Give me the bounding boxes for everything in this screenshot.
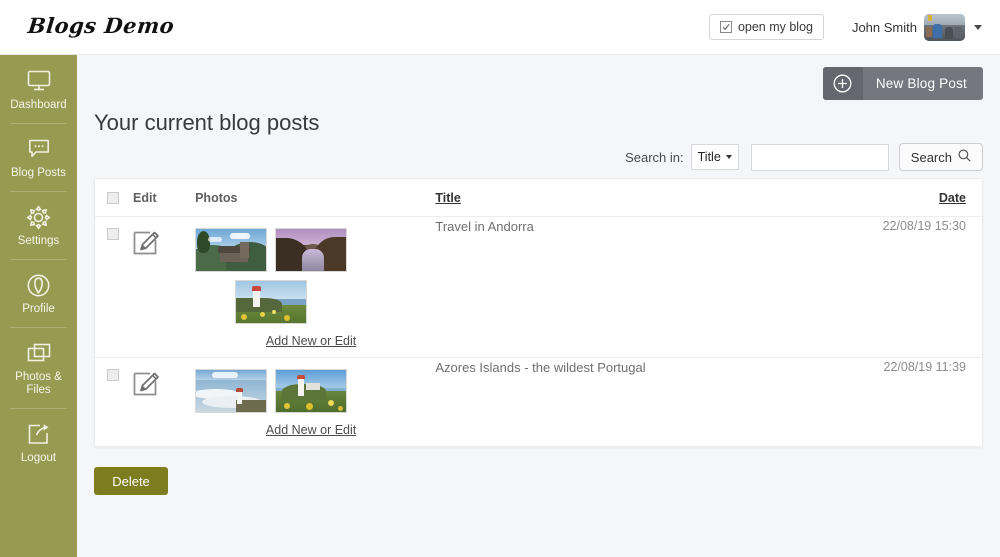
row-select-cell xyxy=(95,216,134,358)
row-photos-cell: Add New or Edit xyxy=(195,216,436,358)
select-all-header xyxy=(95,179,134,217)
add-new-or-edit-link[interactable]: Add New or Edit xyxy=(195,334,427,348)
row-edit-cell xyxy=(133,216,196,358)
photo-thumbnail[interactable] xyxy=(195,228,268,272)
add-new-or-edit-link[interactable]: Add New or Edit xyxy=(195,423,427,437)
sidebar-item-label: Logout xyxy=(20,452,57,464)
monitor-icon xyxy=(4,68,73,94)
pencil-edit-icon[interactable] xyxy=(133,228,160,258)
row-edit-cell xyxy=(133,358,195,447)
sidebar: Dashboard Blog Posts Settings Profile Ph… xyxy=(0,55,77,557)
page-title: Your current blog posts xyxy=(94,110,320,135)
photo-thumbnails xyxy=(195,228,427,324)
row-checkbox[interactable] xyxy=(107,369,119,381)
select-all-checkbox[interactable] xyxy=(107,192,119,204)
magnifier-icon xyxy=(958,149,971,165)
search-field-value: Title xyxy=(697,150,721,164)
sidebar-item-label: Profile xyxy=(22,303,55,315)
pencil-edit-icon[interactable] xyxy=(133,369,160,399)
table-body: Add New or Edit Travel in Andorra 22/08/… xyxy=(95,216,982,447)
user-name: John Smith xyxy=(851,19,917,35)
user-menu[interactable]: John Smith xyxy=(852,8,982,46)
table-row: Add New or Edit Travel in Andorra 22/08/… xyxy=(95,216,982,358)
table-header-row: Edit Photos Title Date xyxy=(95,179,982,217)
search-input[interactable] xyxy=(750,143,889,171)
photo-thumbnails xyxy=(195,369,427,413)
sort-by-date-link[interactable]: Date xyxy=(939,191,966,205)
row-title: Azores Islands - the wildest Portugal xyxy=(435,360,646,375)
plus-circle-icon xyxy=(822,67,863,100)
row-photos-cell: Add New or Edit xyxy=(195,358,435,447)
avatar[interactable] xyxy=(924,13,965,41)
open-my-blog-label: open my blog xyxy=(737,20,813,34)
top-header: Blogs Demo open my blog John Smith xyxy=(0,0,1000,55)
search-field-select[interactable]: Title xyxy=(690,144,739,170)
main-content: New Blog Post Your current blog posts Se… xyxy=(77,55,1000,557)
sort-by-title-link[interactable]: Title xyxy=(435,191,460,205)
speech-bubble-icon xyxy=(4,136,73,162)
chevron-down-icon xyxy=(725,155,732,159)
row-title: Travel in Andorra xyxy=(435,216,856,358)
photo-thumbnail[interactable] xyxy=(235,280,308,324)
search-in-label: Search in: xyxy=(625,149,684,165)
row-date: 22/08/19 11:39 xyxy=(883,360,966,374)
row-checkbox[interactable] xyxy=(107,228,119,240)
sidebar-item-label: Blog Posts xyxy=(11,167,66,179)
header-edit: Edit xyxy=(133,179,196,217)
table-row: Add New or Edit Azores Islands - the wil… xyxy=(95,358,982,447)
header-date: Date xyxy=(855,179,982,217)
sidebar-item-settings[interactable]: Settings xyxy=(0,191,77,259)
photo-thumbnail[interactable] xyxy=(195,369,268,413)
exit-arrow-icon xyxy=(4,421,73,447)
row-select-cell xyxy=(95,358,133,447)
sidebar-item-photos-files[interactable]: Photos & Files xyxy=(0,327,77,408)
search-button[interactable]: Search xyxy=(898,143,983,171)
new-blog-post-label: New Blog Post xyxy=(875,76,967,91)
search-button-label: Search xyxy=(910,149,952,165)
header-title: Title xyxy=(435,179,856,217)
sidebar-item-logout[interactable]: Logout xyxy=(0,408,77,476)
new-blog-post-button[interactable]: New Blog Post xyxy=(822,67,983,100)
sidebar-item-blog-posts[interactable]: Blog Posts xyxy=(0,123,77,191)
photo-thumbnail[interactable] xyxy=(275,369,348,413)
sidebar-item-dashboard[interactable]: Dashboard xyxy=(0,55,77,123)
search-bar: Search in: Title Search xyxy=(625,143,983,171)
person-circle-icon xyxy=(4,272,73,298)
app-logo: Blogs Demo xyxy=(26,13,176,38)
sidebar-item-label: Dashboard xyxy=(10,99,67,111)
gear-icon xyxy=(4,204,73,230)
blog-posts-table-card: Edit Photos Title Date Add New or Edit T… xyxy=(94,178,983,447)
blog-posts-table: Edit Photos Title Date Add New or Edit T… xyxy=(95,179,982,446)
sidebar-item-label: Settings xyxy=(17,235,60,247)
sidebar-item-profile[interactable]: Profile xyxy=(0,259,77,327)
open-my-blog-button[interactable]: open my blog xyxy=(708,14,824,40)
row-date: 22/08/19 15:30 xyxy=(855,216,982,358)
delete-button[interactable]: Delete xyxy=(94,467,168,495)
sidebar-item-label: Photos & Files xyxy=(15,371,62,396)
stacked-windows-icon xyxy=(4,340,73,366)
photo-thumbnail[interactable] xyxy=(275,228,348,272)
table-header: Edit Photos Title Date xyxy=(95,179,982,217)
header-photos: Photos xyxy=(195,179,436,217)
chevron-down-icon[interactable] xyxy=(974,24,982,30)
window-check-icon xyxy=(719,21,732,33)
